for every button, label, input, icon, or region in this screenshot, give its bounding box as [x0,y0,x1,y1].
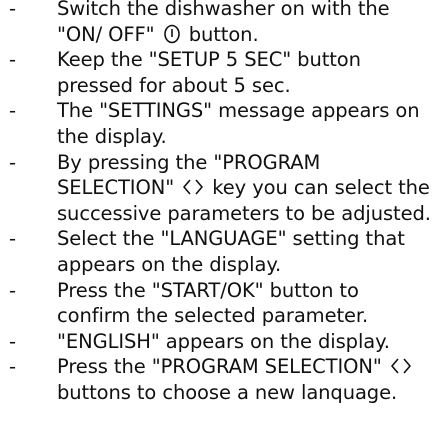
instruction-step-english-appears: - "ENGLISH" appears on the display. [0,329,442,355]
bullet-dash: - [9,48,16,72]
step-text: Select the "LANGUAGE" setting that appea… [57,227,405,276]
bullet-dash: - [9,227,16,251]
bullet-dash: - [9,0,16,20]
step-text: Press the "START/OK" button to confirm t… [57,278,369,328]
step-text: The "SETTINGS" message appears on the di… [57,99,420,148]
left-right-arrows-icon [181,177,205,197]
step-text: "ENGLISH" appears on the display. [57,329,390,353]
instruction-step-program-selection: - By pressing the "PROGRAM SELECTION" ke… [0,150,442,227]
instruction-step-settings-message: - The "SETTINGS" message appears on the … [0,98,442,149]
instructions-document: - Switch the dishwasher on with the "ON/… [0,0,442,427]
instruction-step-setup: - Keep the "SETUP 5 SEC" button pressed … [0,47,442,98]
bullet-dash: - [9,329,16,353]
instruction-step-choose-language: - Press the "PROGRAM SELECTION" buttons … [0,354,442,405]
step-text-before: Press the "PROGRAM SELECTION" [57,355,388,379]
instruction-step-confirm: - Press the "START/OK" button to confirm… [0,278,442,329]
bullet-dash: - [9,355,16,379]
instruction-step-language-setting: - Select the "LANGUAGE" setting that app… [0,226,442,277]
power-icon [162,24,182,44]
step-text-after: buttons to choose a new lanquage. [57,380,398,404]
step-text-after: button. [182,22,259,46]
instruction-step-switch-on: - Switch the dishwasher on with the "ON/… [0,0,442,47]
bullet-dash: - [9,278,16,302]
step-text: Keep the "SETUP 5 SEC" button pressed fo… [57,48,361,97]
bullet-dash: - [9,150,16,174]
left-right-arrows-icon [389,356,413,376]
instruction-list: - Switch the dishwasher on with the "ON/… [0,0,442,406]
bullet-dash: - [9,99,16,123]
